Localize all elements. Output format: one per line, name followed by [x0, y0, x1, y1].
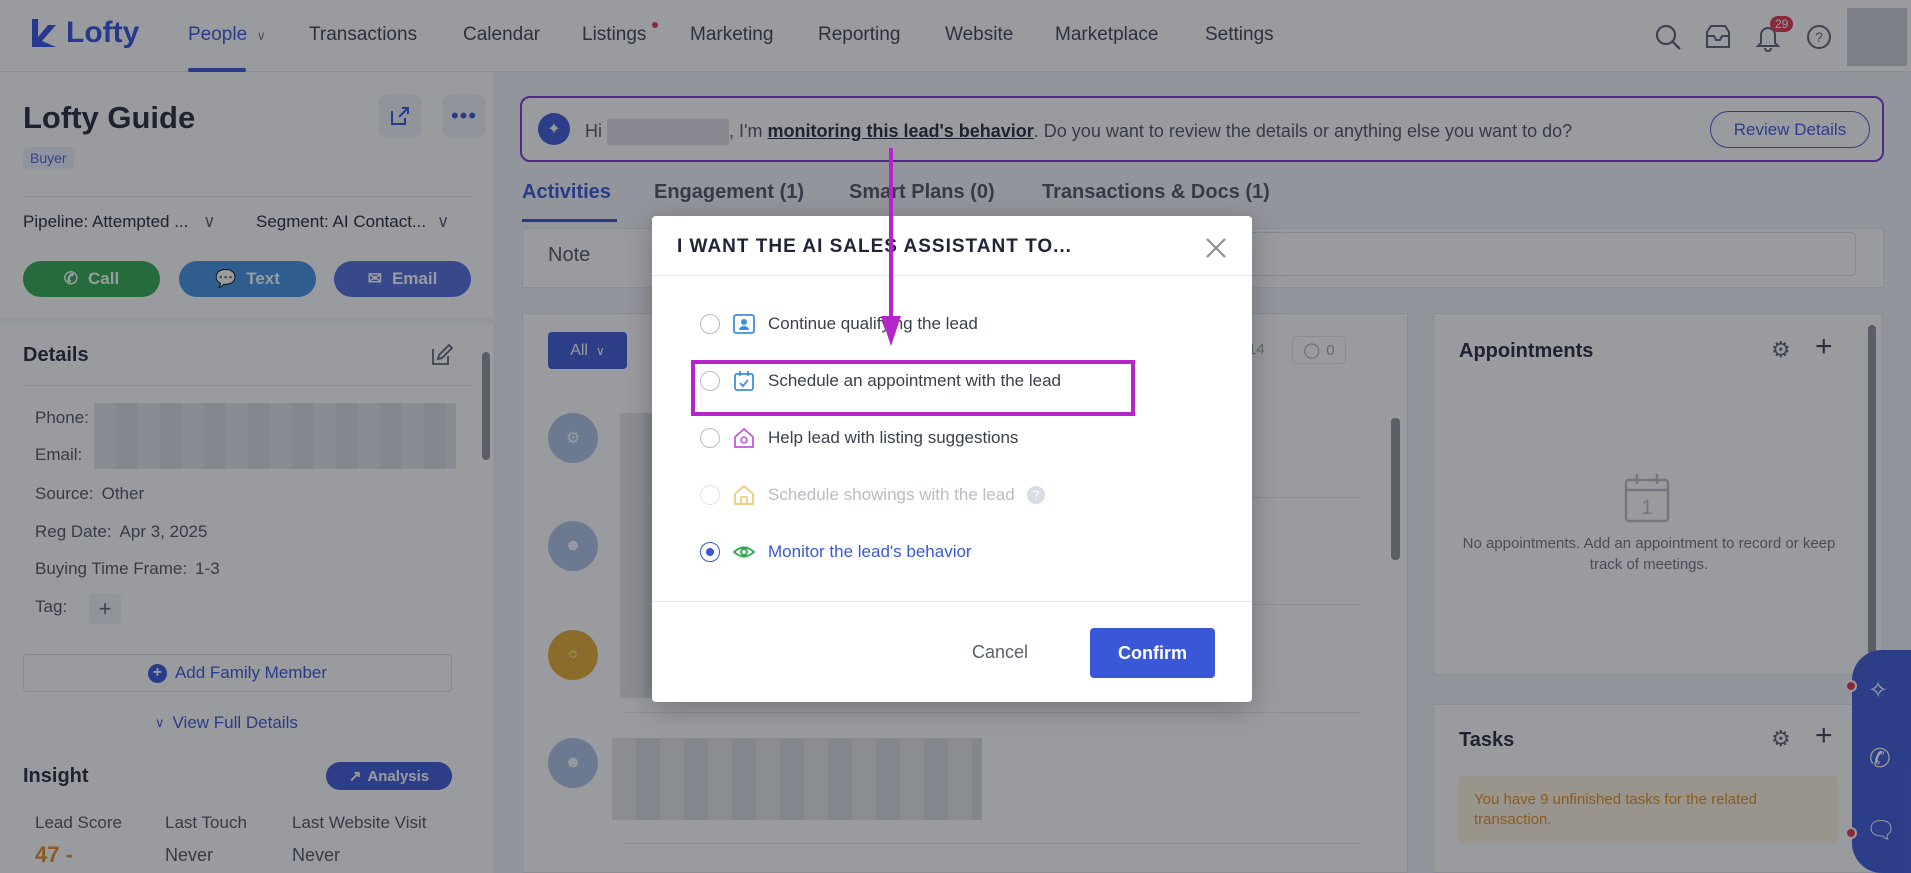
- modal-title: I WANT THE AI SALES ASSISTANT TO...: [677, 236, 1072, 257]
- option-label: Help lead with listing suggestions: [768, 428, 1019, 447]
- house-search-icon: [734, 427, 754, 448]
- option-label: Continue qualifying the lead: [768, 314, 978, 333]
- option-schedule-showings: Schedule showings with the lead ?: [700, 481, 1045, 509]
- eye-icon: [732, 546, 756, 558]
- modal-header-divider: [652, 275, 1252, 276]
- house-icon: [734, 484, 754, 505]
- annotation-arrow-icon: [881, 148, 901, 346]
- option-label: Schedule showings with the lead: [768, 485, 1015, 504]
- option-continue-qualifying[interactable]: Continue qualifying the lead: [700, 310, 978, 338]
- annotation-highlight-box: [691, 360, 1135, 416]
- cancel-button[interactable]: Cancel: [972, 642, 1028, 663]
- option-label: Monitor the lead's behavior: [768, 542, 972, 561]
- radio-button[interactable]: [700, 428, 720, 448]
- modal-footer-divider: [652, 601, 1252, 602]
- help-icon[interactable]: ?: [1026, 486, 1045, 504]
- radio-button: [700, 485, 720, 505]
- radio-button-selected[interactable]: [700, 542, 720, 562]
- option-listing-suggestions[interactable]: Help lead with listing suggestions: [700, 424, 1018, 452]
- close-icon[interactable]: [1202, 234, 1230, 262]
- contact-card-icon: [733, 314, 755, 334]
- confirm-button[interactable]: Confirm: [1090, 628, 1215, 678]
- option-monitor-behavior[interactable]: Monitor the lead's behavior: [700, 538, 972, 566]
- radio-button[interactable]: [700, 314, 720, 334]
